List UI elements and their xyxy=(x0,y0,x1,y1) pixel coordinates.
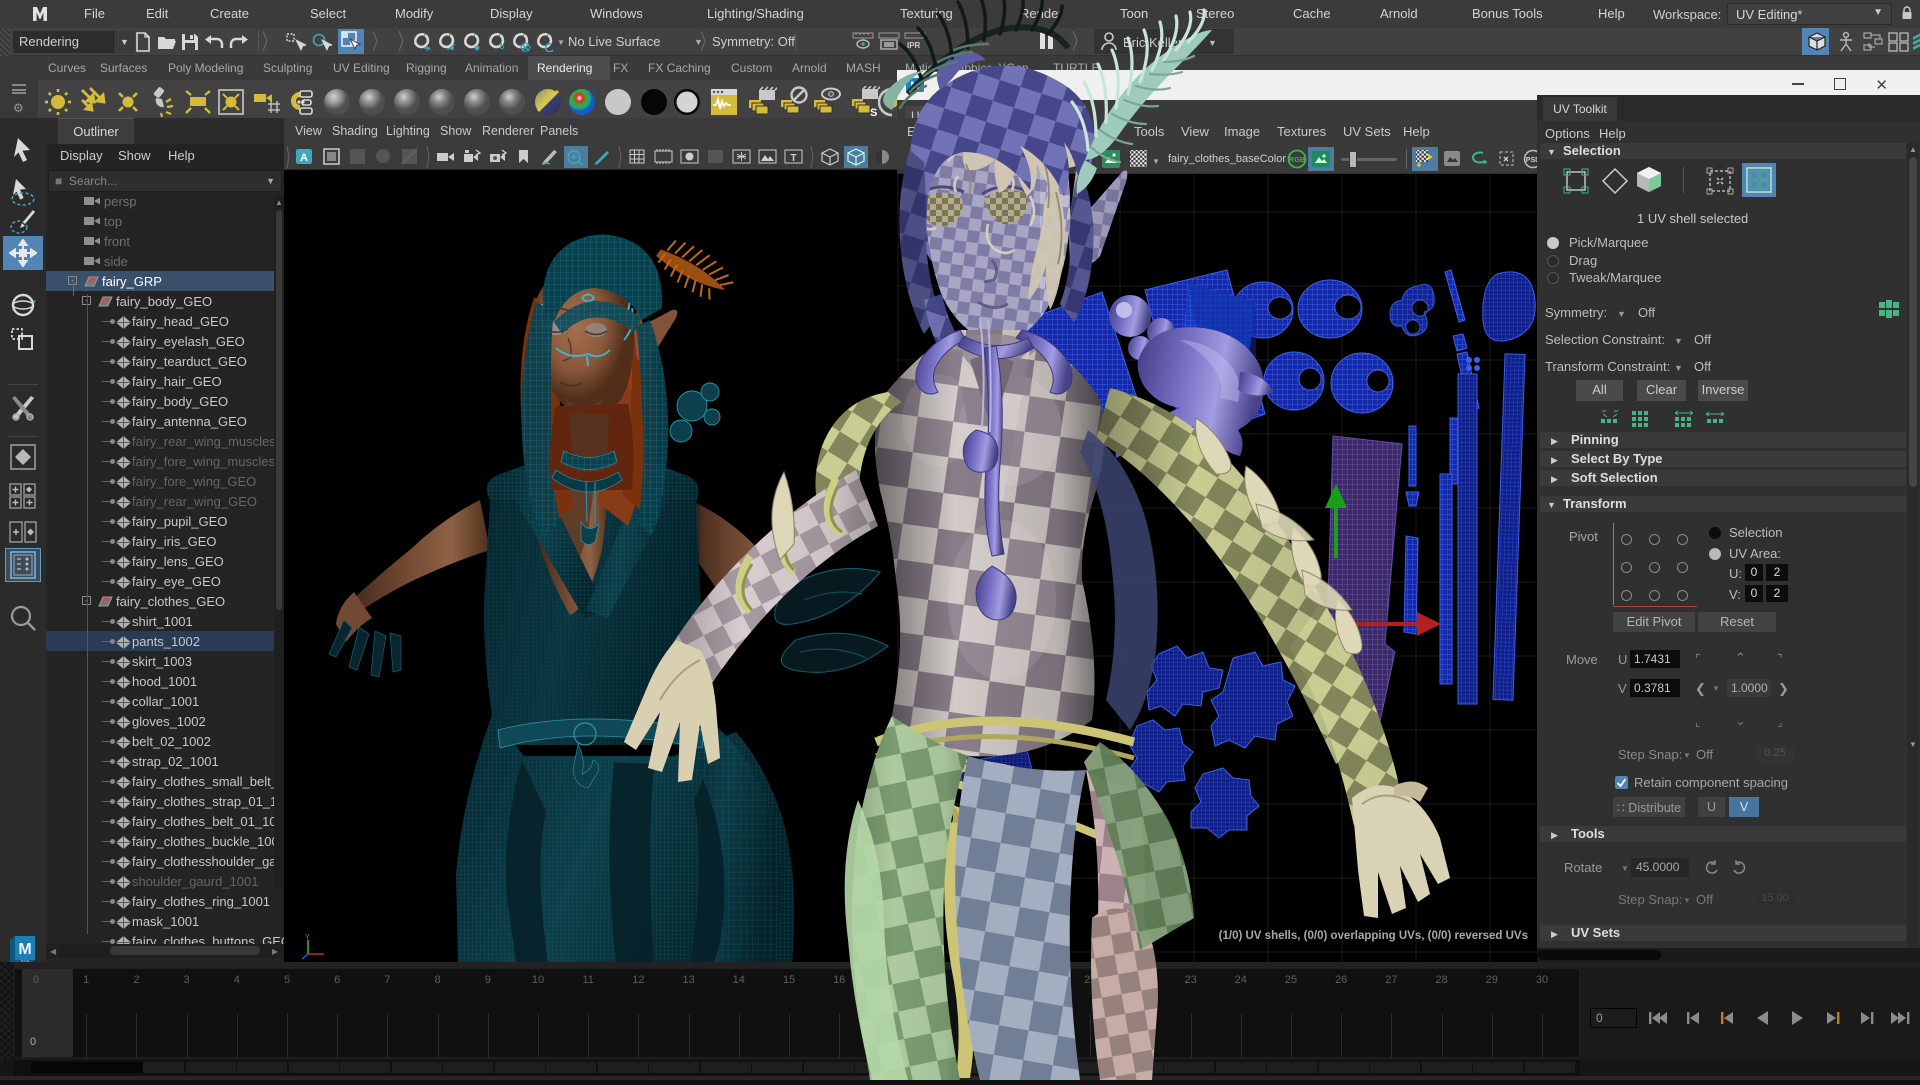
svg-text:S: S xyxy=(870,107,877,118)
svg-text:(1/0) UV shells, (0/0) overlap: (1/0) UV shells, (0/0) overlapping UVs, … xyxy=(1219,930,1528,942)
svg-text:T: T xyxy=(790,153,796,164)
svg-text:A: A xyxy=(300,152,308,164)
svg-text:RGB: RGB xyxy=(1289,155,1306,164)
svg-text:M: M xyxy=(18,941,31,958)
svg-text:M: M xyxy=(910,80,919,92)
